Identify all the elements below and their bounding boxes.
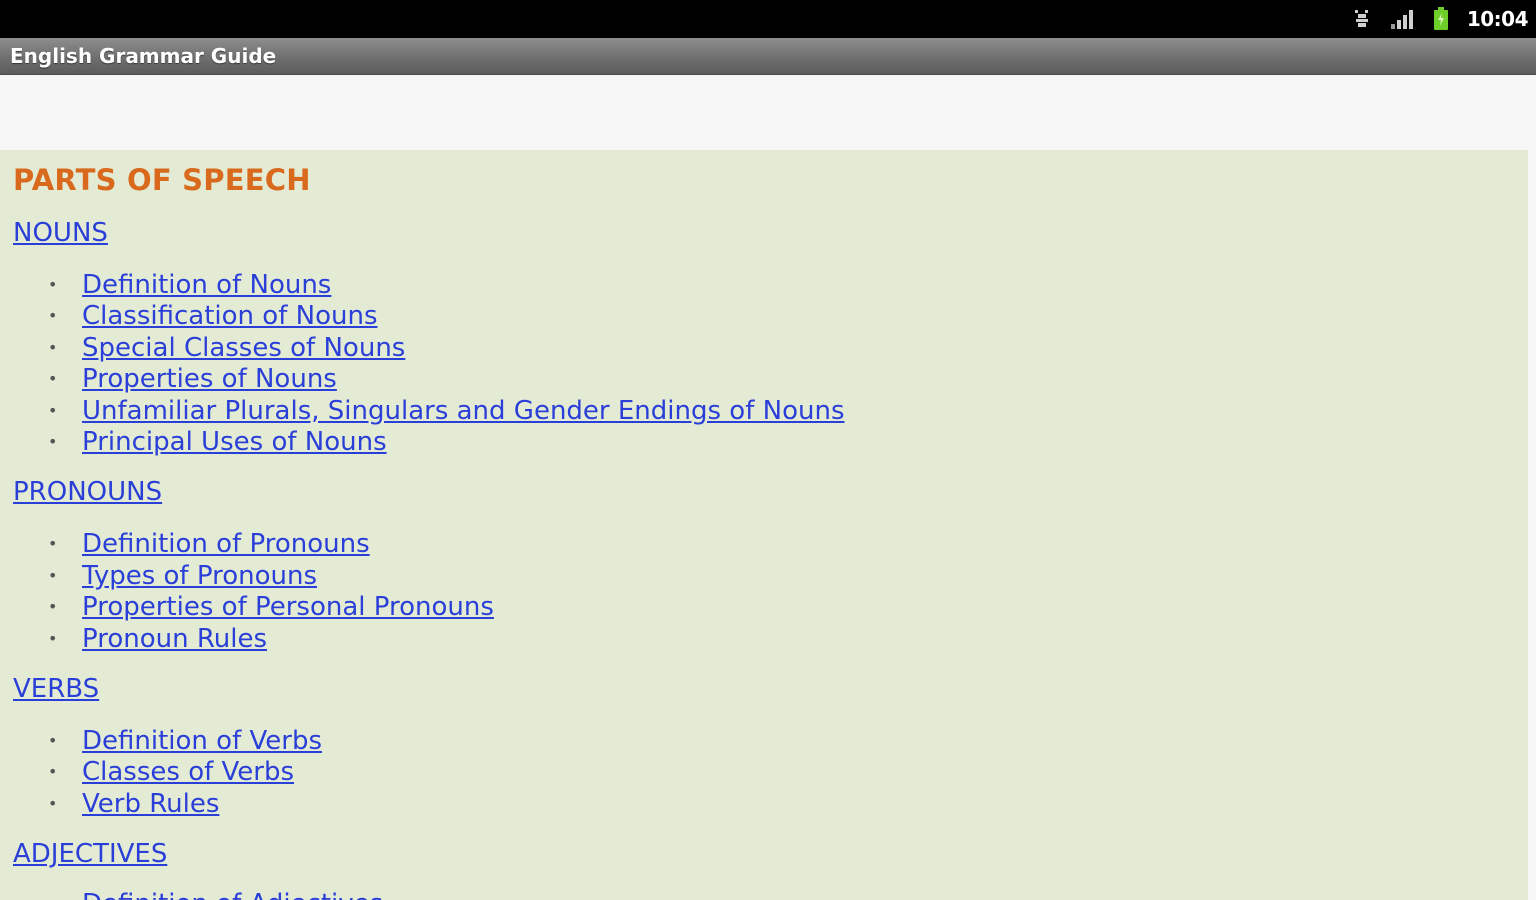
link-types-of-pronouns[interactable]: Types of Pronouns (82, 560, 317, 592)
status-bar: 10:04 (0, 0, 1536, 38)
category-link-nouns[interactable]: NOUNS (13, 218, 108, 248)
bullet: • (48, 534, 58, 553)
bullet: • (48, 275, 58, 294)
status-icons: 10:04 (1353, 0, 1529, 38)
title-bar: English Grammar Guide (0, 38, 1536, 75)
battery-icon (1433, 7, 1448, 30)
bullet: • (48, 794, 58, 813)
content-area: PARTS OF SPEECH NOUNS • Definition of No… (0, 150, 1528, 900)
app-title: English Grammar Guide (10, 44, 277, 68)
link-unfamiliar-plurals[interactable]: Unfamiliar Plurals, Singulars and Gender… (82, 395, 845, 427)
bullet: • (48, 401, 58, 420)
link-classification-of-nouns[interactable]: Classification of Nouns (82, 300, 377, 332)
bullet: • (48, 597, 58, 616)
signal-icon (1390, 10, 1413, 29)
bullet: • (48, 566, 58, 585)
category-link-verbs[interactable]: VERBS (13, 674, 99, 704)
bullet: • (48, 338, 58, 357)
link-properties-of-personal-pronouns[interactable]: Properties of Personal Pronouns (82, 591, 494, 623)
link-verb-rules[interactable]: Verb Rules (82, 788, 219, 820)
bullet: • (48, 629, 58, 648)
link-definition-of-verbs[interactable]: Definition of Verbs (82, 725, 322, 757)
bullet: • (48, 731, 58, 750)
bullet: • (48, 762, 58, 781)
link-definition-of-pronouns[interactable]: Definition of Pronouns (82, 528, 370, 560)
usb-debug-icon (1354, 10, 1368, 27)
link-pronoun-rules[interactable]: Pronoun Rules (82, 623, 267, 655)
bullet: • (48, 888, 57, 900)
link-principal-uses-of-nouns[interactable]: Principal Uses of Nouns (82, 426, 387, 458)
bullet: • (48, 306, 58, 325)
category-link-adjectives[interactable]: ADJECTIVES (13, 839, 167, 869)
link-classes-of-verbs[interactable]: Classes of Verbs (82, 756, 294, 788)
link-special-classes-of-nouns[interactable]: Special Classes of Nouns (82, 332, 405, 364)
link-definition-of-adjectives[interactable]: Definition of Adjectives (82, 888, 383, 900)
link-definition-of-nouns[interactable]: Definition of Nouns (82, 269, 331, 301)
section-heading: PARTS OF SPEECH (13, 163, 311, 197)
bullet: • (48, 369, 58, 388)
clock: 10:04 (1466, 7, 1529, 31)
category-link-pronouns[interactable]: PRONOUNS (13, 477, 162, 507)
link-properties-of-nouns[interactable]: Properties of Nouns (82, 363, 337, 395)
bullet: • (48, 432, 58, 451)
